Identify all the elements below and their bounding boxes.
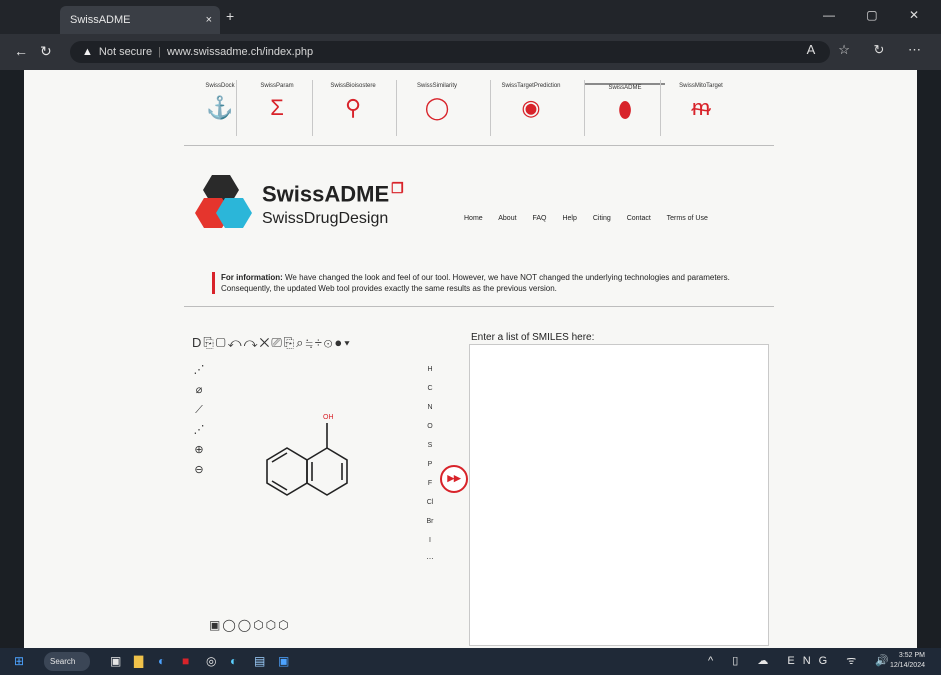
new-tab-button[interactable]: + bbox=[226, 8, 234, 24]
tool-label: SwissBioisostere bbox=[330, 83, 376, 89]
oh-label: OH bbox=[323, 414, 334, 421]
sigma-icon: Σ bbox=[270, 95, 284, 120]
tool-label: SwissMitoTarget bbox=[679, 83, 723, 89]
divider bbox=[184, 145, 774, 146]
date: 12/14/2024 bbox=[889, 662, 925, 669]
time: 3:52 PM bbox=[898, 652, 925, 659]
menu-terms[interactable]: Terms of Use bbox=[667, 215, 708, 222]
atom-f[interactable]: F bbox=[424, 474, 436, 493]
address-bar[interactable]: ▲ Not secure | www.swissadme.ch/index.php bbox=[70, 41, 830, 63]
tool-label: SwissTargetPrediction bbox=[501, 83, 561, 89]
app-icon[interactable]: ▤ bbox=[254, 652, 265, 671]
tool-label: SwissSimilarity bbox=[416, 83, 457, 89]
system-tray[interactable]: ^ ▯ ☁ ENG ᯤ 🔊 bbox=[708, 653, 897, 668]
atom-n[interactable]: N bbox=[424, 398, 436, 417]
browser-tab[interactable]: SwissADME × bbox=[60, 6, 220, 34]
tool-swissadme[interactable]: SwissADME ⬮ bbox=[584, 80, 665, 136]
navigation-bar: ← ↻ ▲ Not secure | www.swissadme.ch/index.p… bbox=[0, 34, 941, 70]
app-icon[interactable]: ■ bbox=[182, 652, 189, 671]
app-icon[interactable]: ▣ bbox=[278, 652, 289, 671]
taskbar: ⊞ Search ▣ ▇ ◐ ■ ◎ ◐ ▤ ▣ ^ ▯ ☁ ENG ᯤ 🔊 3… bbox=[0, 648, 941, 675]
tab-bar: SwissADME × + — ▢ ✕ bbox=[0, 0, 941, 34]
back-button[interactable]: ← bbox=[14, 43, 28, 59]
target-icon: ◉ bbox=[521, 95, 541, 120]
not-secure-icon: ▲ bbox=[82, 46, 93, 58]
tool-swisstargetprediction[interactable]: SwissTargetPrediction ◉ bbox=[490, 80, 571, 136]
browser-icon[interactable]: ◐ bbox=[230, 652, 237, 671]
divider bbox=[184, 306, 774, 307]
window-controls[interactable]: — ▢ ✕ bbox=[823, 8, 933, 22]
notice-text: We have changed the look and feel of our… bbox=[221, 273, 730, 293]
info-notice: For information: We have changed the loo… bbox=[212, 272, 781, 294]
menu-about[interactable]: About bbox=[498, 215, 516, 222]
mito-icon: ᵯ bbox=[691, 95, 711, 120]
tool-label: SwissParam bbox=[260, 83, 294, 89]
page-title-text: SwissADME bbox=[262, 181, 390, 207]
page-title: SwissADME ❐ bbox=[262, 180, 404, 207]
tab-title: SwissADME bbox=[70, 14, 131, 26]
close-tab-icon[interactable]: × bbox=[206, 6, 212, 34]
notice-label: For information: bbox=[221, 273, 283, 282]
atom-s[interactable]: S bbox=[424, 436, 436, 455]
tool-swissmitotarget[interactable]: SwissMitoTarget ᵯ bbox=[660, 80, 741, 136]
edge-icon[interactable]: ◐ bbox=[158, 652, 165, 671]
top-menu: Home About FAQ Help Citing Contact Terms… bbox=[464, 215, 722, 222]
atom-h[interactable]: H bbox=[424, 360, 436, 379]
tool-swissbioisostere[interactable]: SwissBioisostere ⚲ bbox=[312, 80, 393, 136]
menu-faq[interactable]: FAQ bbox=[533, 215, 547, 222]
editor-toolbar[interactable]: D⎘▢↶↷✕⎚⎘⌕≒÷⊙●▾ bbox=[192, 335, 352, 351]
url-text: www.swissadme.ch/index.php bbox=[166, 46, 314, 58]
smiles-label: Enter a list of SMILES here: bbox=[471, 332, 595, 343]
browser-actions[interactable]: A ☆ ↻ ⋯ bbox=[807, 42, 931, 58]
divider: | bbox=[158, 46, 161, 58]
security-label: Not secure bbox=[98, 46, 153, 58]
molecule-canvas[interactable]: OH bbox=[192, 355, 432, 645]
atom-br[interactable]: Br bbox=[424, 512, 436, 531]
pill-icon: ⬮ bbox=[618, 97, 632, 122]
chrome-icon[interactable]: ◎ bbox=[206, 652, 216, 671]
smiles-textarea[interactable] bbox=[469, 344, 769, 646]
atom-cl[interactable]: Cl bbox=[424, 493, 436, 512]
molecule-icon: ⚲ bbox=[344, 95, 362, 120]
circle-icon: ◯ bbox=[424, 95, 450, 120]
browser-chrome: SwissADME × + — ▢ ✕ ← ↻ ▲ Not secure | www.… bbox=[0, 0, 941, 70]
file-explorer-icon[interactable]: ▇ bbox=[134, 652, 143, 671]
tool-label: SwissADME bbox=[585, 83, 665, 91]
atom-palette: H C N O S P F Cl Br I ⋯ bbox=[424, 360, 436, 569]
web-page: SwissDock ⚓ SwissParam Σ SwissBioisoster… bbox=[24, 70, 917, 648]
atom-o[interactable]: O bbox=[424, 417, 436, 436]
tool-swissparam[interactable]: SwissParam Σ bbox=[236, 80, 317, 136]
brand-subtitle: SwissDrugDesign bbox=[262, 210, 389, 227]
menu-help[interactable]: Help bbox=[562, 215, 576, 222]
transfer-smiles-button[interactable]: ▸▸ bbox=[440, 465, 468, 493]
menu-contact[interactable]: Contact bbox=[627, 215, 651, 222]
atom-c[interactable]: C bbox=[424, 379, 436, 398]
ring-templates[interactable]: ▣◯◯⬡⬡⬡ bbox=[209, 618, 291, 632]
atom-p[interactable]: P bbox=[424, 455, 436, 474]
refresh-button[interactable]: ↻ bbox=[40, 43, 52, 60]
menu-home[interactable]: Home bbox=[464, 215, 483, 222]
taskbar-search[interactable]: Search bbox=[44, 652, 90, 671]
menu-citing[interactable]: Citing bbox=[593, 215, 611, 222]
external-link-icon[interactable]: ❐ bbox=[391, 180, 404, 196]
atom-more[interactable]: ⋯ bbox=[424, 550, 436, 569]
start-icon[interactable]: ⊞ bbox=[14, 652, 24, 671]
clock: 3:52 PM 12/14/2024 bbox=[890, 651, 925, 671]
atom-i[interactable]: I bbox=[424, 531, 436, 550]
swissadme-logo bbox=[195, 175, 252, 228]
tool-swisssimilarity[interactable]: SwissSimilarity ◯ bbox=[396, 80, 477, 136]
taskview-icon[interactable]: ▣ bbox=[110, 652, 121, 671]
swiss-tools-bar: SwissDock ⚓ SwissParam Σ SwissBioisoster… bbox=[180, 80, 770, 140]
